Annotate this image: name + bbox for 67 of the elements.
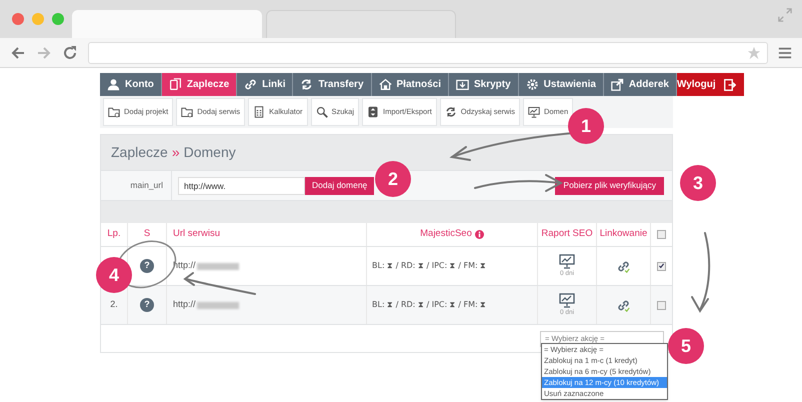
column-header[interactable]: Lp. xyxy=(107,227,121,242)
status-badge: ? xyxy=(140,259,154,273)
nav-tab[interactable]: Ustawienia xyxy=(518,73,604,96)
breadcrumb-link[interactable]: Zaplecze xyxy=(111,142,168,163)
link-check-icon[interactable] xyxy=(617,260,630,272)
nav-tab[interactable]: Adderek xyxy=(604,73,677,96)
minimize-icon[interactable] xyxy=(32,13,44,25)
house-icon xyxy=(378,78,392,91)
column-header[interactable]: MajesticSeo xyxy=(420,227,472,242)
page-title: Domeny xyxy=(184,143,236,162)
column-header[interactable]: Url serwisu xyxy=(173,227,220,242)
reload-icon[interactable] xyxy=(62,44,78,60)
column-header[interactable]: Linkowanie xyxy=(600,227,648,242)
nav-tab[interactable]: Zaplecze xyxy=(162,73,238,96)
annotation-badge: 5 xyxy=(668,328,704,364)
folder-add-icon xyxy=(108,106,120,118)
nav-tab[interactable]: Linki xyxy=(237,73,294,96)
link-icon xyxy=(244,78,258,91)
search-icon xyxy=(316,106,328,118)
close-icon[interactable] xyxy=(12,13,24,25)
browser-tab[interactable] xyxy=(266,10,456,38)
redacted-text-mark xyxy=(196,302,239,308)
expand-icon[interactable] xyxy=(778,8,792,22)
calculator-icon xyxy=(253,106,266,118)
breadcrumb-separator: » xyxy=(172,143,180,162)
download-box-icon xyxy=(456,78,469,91)
presentation-chart-icon xyxy=(528,106,540,118)
nav-tab[interactable]: Skrypty xyxy=(448,73,519,96)
link-check-icon[interactable] xyxy=(617,298,630,312)
checkbox[interactable] xyxy=(657,300,666,310)
row-number: 2. xyxy=(110,298,118,312)
annotation-badge: 3 xyxy=(680,165,716,201)
nav-tab[interactable]: Płatności xyxy=(372,73,449,96)
sync-icon xyxy=(444,106,457,118)
nav-tab[interactable]: Transfery xyxy=(293,73,372,96)
star-icon[interactable] xyxy=(747,46,761,60)
checkbox[interactable] xyxy=(657,262,666,270)
checkbox[interactable] xyxy=(657,230,666,239)
presentation-chart-icon xyxy=(559,292,575,308)
download-verification-button[interactable]: Pobierz plik weryfikujący xyxy=(555,176,664,194)
folder-add-icon xyxy=(181,106,194,118)
nav-tab[interactable]: Konto xyxy=(100,73,162,96)
column-header[interactable]: S xyxy=(144,227,150,242)
forward-arrow-icon[interactable] xyxy=(36,44,52,60)
info-icon[interactable] xyxy=(474,230,484,239)
sync-icon xyxy=(300,78,314,91)
field-label: main_url xyxy=(129,179,164,192)
majestic-metrics: BL: ⧗ / RD: ⧗ / IPC: ⧗ / FM: ⧗ xyxy=(372,299,486,311)
user-icon xyxy=(107,78,120,91)
documents-icon xyxy=(168,78,182,91)
column-header[interactable]: Raport SEO xyxy=(541,227,593,242)
maximize-icon[interactable] xyxy=(52,13,64,25)
back-arrow-icon[interactable] xyxy=(10,44,26,60)
url-input-field[interactable]: http://www. xyxy=(178,176,305,194)
majestic-metrics: BL: ⧗ / RD: ⧗ / IPC: ⧗ / FM: ⧗ xyxy=(372,260,486,272)
address-field[interactable] xyxy=(88,42,768,64)
menu-icon[interactable] xyxy=(778,46,792,60)
up-down-icon xyxy=(367,106,380,118)
gear-icon xyxy=(526,78,539,91)
logout-button[interactable]: Wyloguj xyxy=(676,73,744,96)
presentation-chart-icon xyxy=(559,253,575,270)
url-text: http:// xyxy=(173,298,196,312)
external-link-icon xyxy=(610,78,624,91)
redacted-text-mark xyxy=(196,262,239,270)
add-domain-button[interactable]: Dodaj domenę xyxy=(305,176,374,194)
status-badge: ? xyxy=(140,298,154,312)
logout-icon xyxy=(724,78,736,90)
